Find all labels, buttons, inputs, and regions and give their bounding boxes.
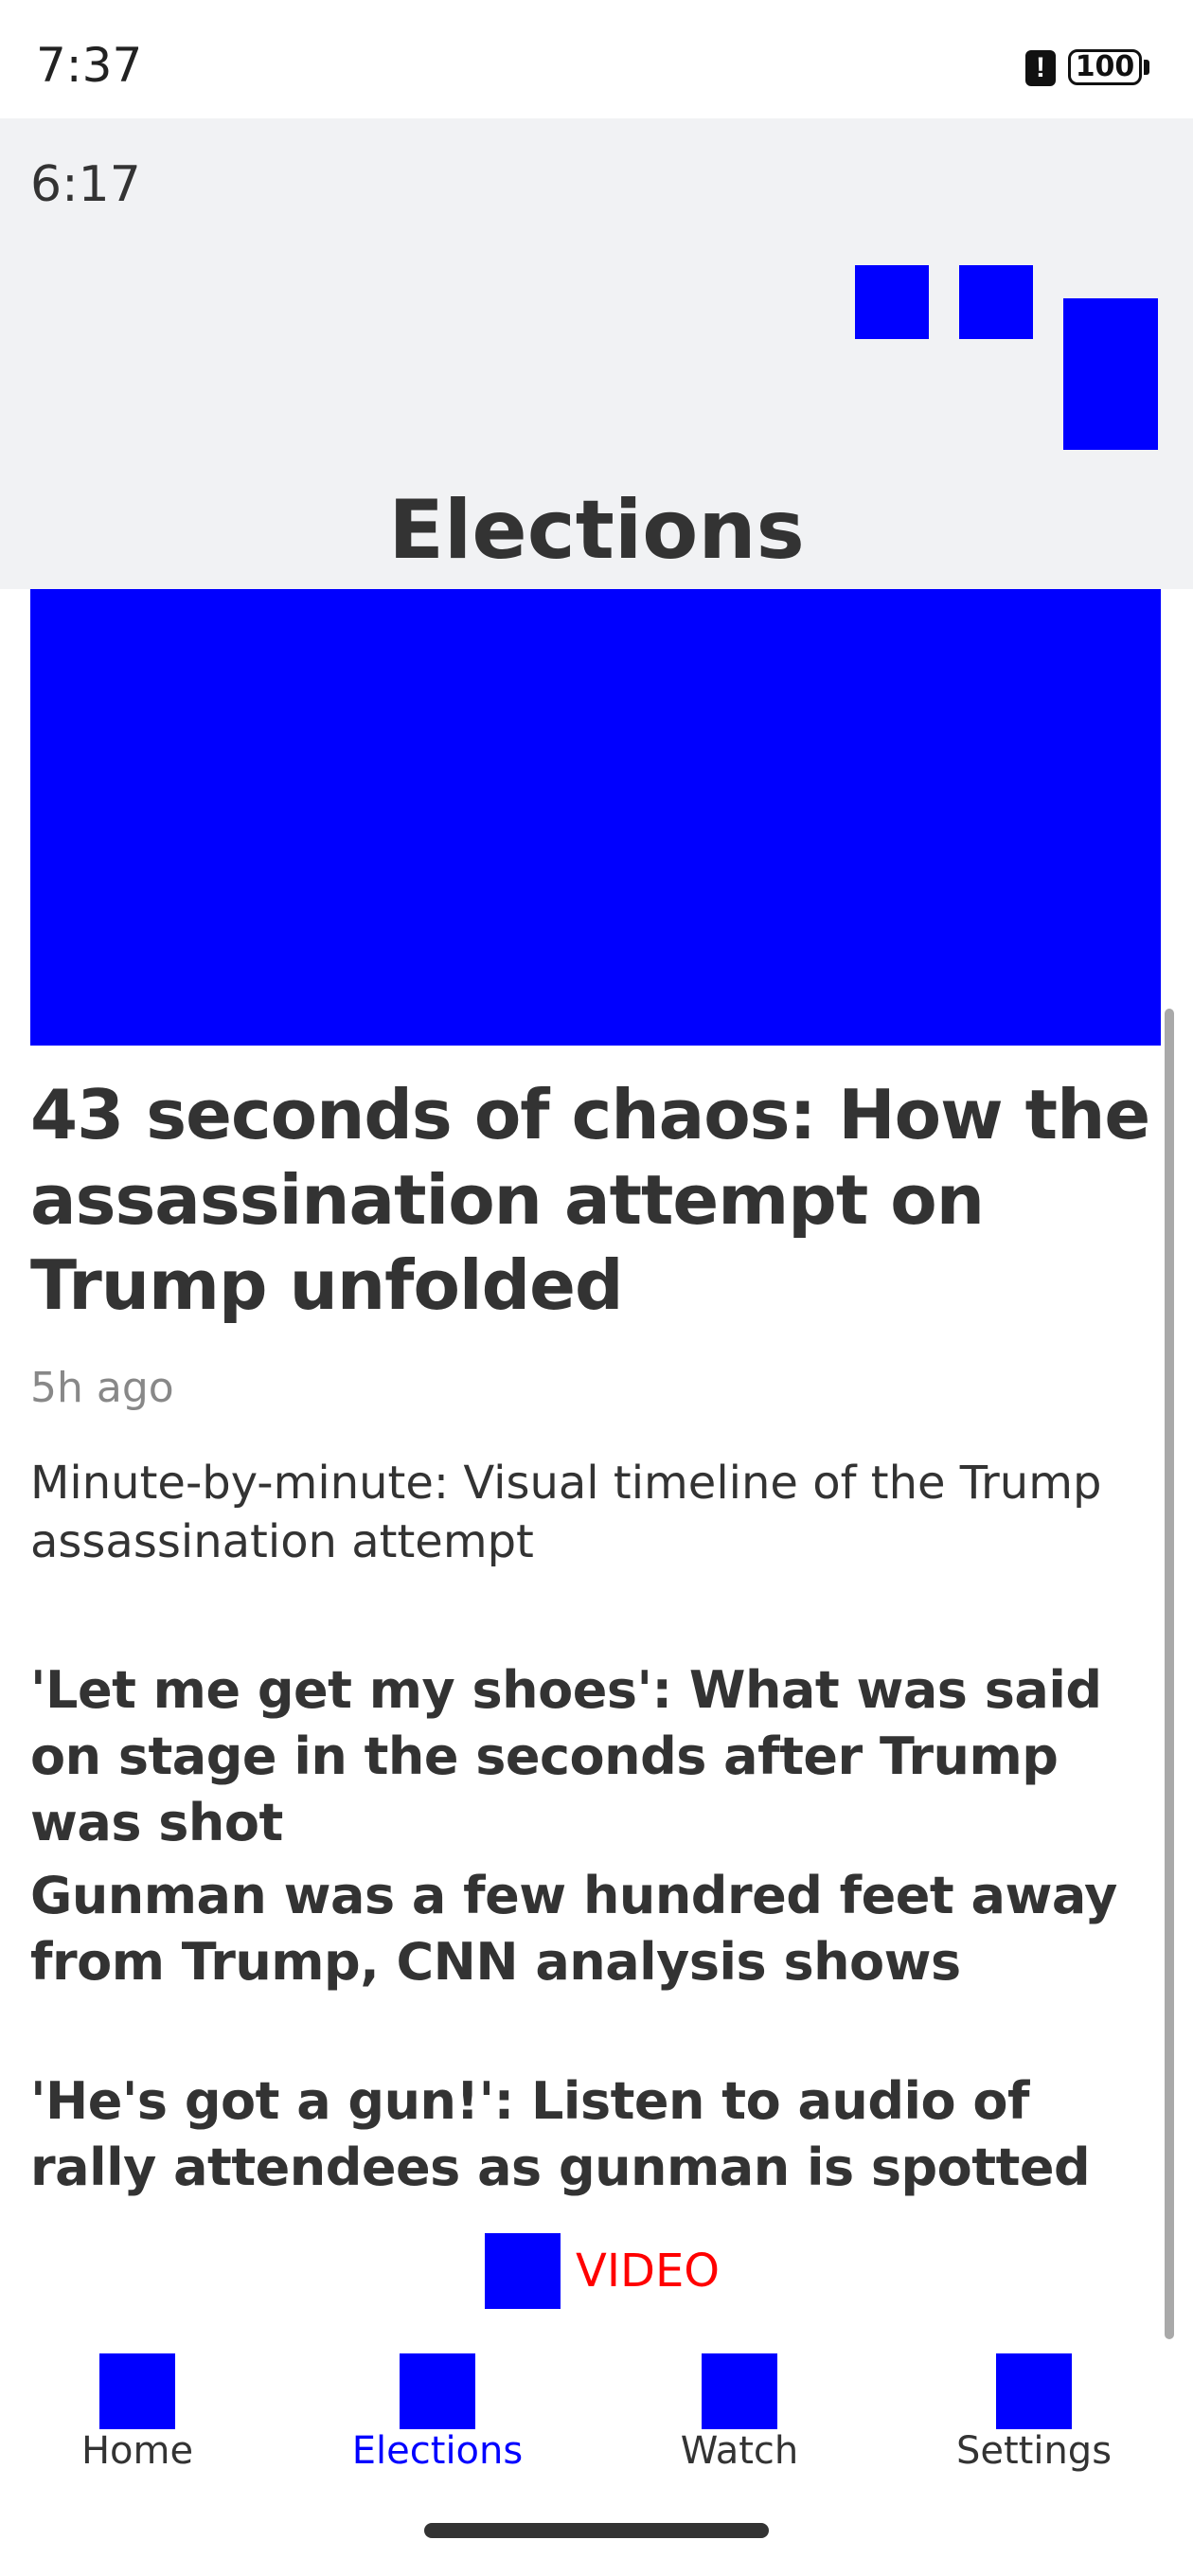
status-bar [0,0,1193,118]
featured-subline-link[interactable]: Minute-by-minute: Visual timeline of the… [30,1454,1148,1571]
elections-icon [400,2353,475,2429]
related-story-2[interactable]: Gunman was a few hundred feet away from … [30,1863,1148,1995]
video-label: VIDEO [576,2245,721,2298]
story-timestamp: 5h ago [30,1364,174,1412]
related-story-3[interactable]: 'He's got a gun!': Listen to audio of ra… [30,2068,1148,2201]
watch-icon [702,2353,777,2429]
scrollbar[interactable] [1165,1009,1174,2339]
featured-headline[interactable]: 43 seconds of chaos: How the assassinati… [30,1072,1166,1328]
related-story-1[interactable]: 'Let me get my shoes': What was said on … [30,1657,1148,1856]
settings-icon [996,2353,1072,2429]
header-action-icon-3[interactable] [1063,298,1158,450]
nav-item-watch[interactable]: Watch [626,2353,853,2477]
nav-label-settings: Settings [955,2429,1113,2473]
header-action-icon-2[interactable] [959,265,1033,339]
alert-icon: ! [1025,50,1056,86]
battery-icon: 100 [1068,49,1142,85]
home-indicator[interactable] [424,2523,769,2538]
hero-image[interactable] [30,589,1161,1046]
nav-item-home[interactable]: Home [24,2353,251,2477]
nav-item-elections[interactable]: Elections [324,2353,551,2477]
nav-label-elections: Elections [351,2429,524,2473]
video-icon [485,2233,561,2309]
home-icon [99,2353,175,2429]
nav-label-watch: Watch [680,2429,799,2473]
status-time: 7:37 [36,38,143,93]
nav-label-home: Home [80,2429,194,2473]
header-action-icon-1[interactable] [855,265,929,339]
nav-item-settings[interactable]: Settings [920,2353,1148,2477]
header-time: 6:17 [30,156,141,213]
page-title: Elections [388,483,805,578]
battery-tip [1144,60,1149,75]
